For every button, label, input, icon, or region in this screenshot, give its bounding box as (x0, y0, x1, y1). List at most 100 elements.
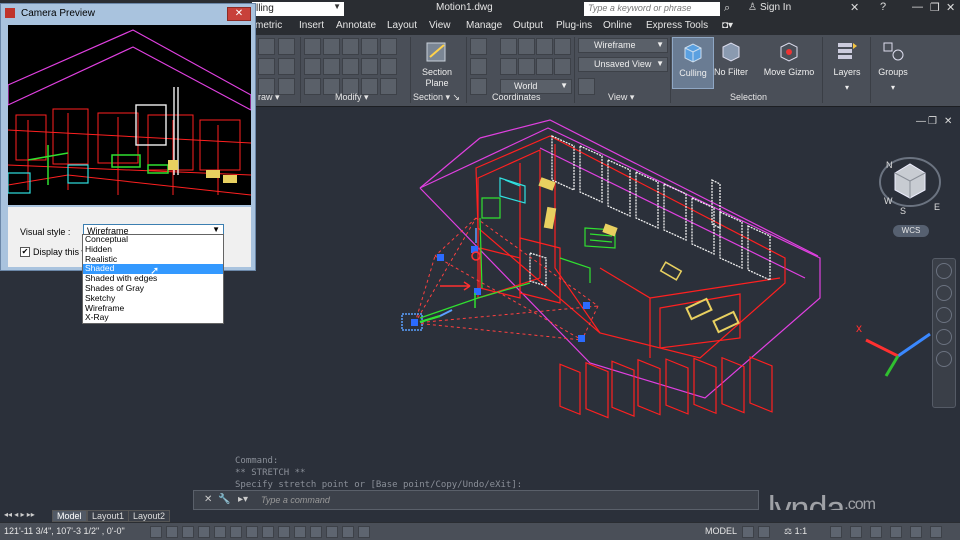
display-checkbox[interactable]: ✔ (20, 247, 30, 257)
transparency-icon[interactable] (326, 526, 338, 538)
tab-layout1[interactable]: Layout1 (87, 510, 130, 522)
option-x-ray[interactable]: X-Ray (83, 313, 223, 323)
close-icon[interactable]: ✕ (946, 1, 955, 14)
ucs-origin-icon[interactable] (470, 58, 487, 75)
ucs-view-icon[interactable] (470, 78, 487, 95)
annotation-scale[interactable]: ⚖ 1:1 (784, 526, 807, 537)
sign-in-link[interactable]: Sign In (760, 2, 791, 13)
ducs-icon[interactable] (278, 526, 290, 538)
array-icon[interactable] (323, 58, 340, 75)
panel-draw-title[interactable]: raw ▾ (258, 92, 280, 104)
ucs-zaxis-icon[interactable] (536, 58, 553, 75)
viewport-minimize-icon[interactable]: — (916, 116, 926, 127)
ucs-icon[interactable] (470, 38, 487, 55)
grid-icon[interactable] (182, 526, 194, 538)
polar-icon[interactable] (214, 526, 226, 538)
viewport-config-icon[interactable] (578, 78, 595, 95)
ucs-y-icon[interactable] (518, 38, 535, 55)
command-line[interactable]: ✕ 🔧 ▸▾ Type a command (193, 490, 759, 510)
otrack-icon[interactable] (262, 526, 274, 538)
search-input[interactable]: Type a keyword or phrase (584, 2, 720, 16)
minimize-icon[interactable]: — (912, 1, 923, 13)
panel-coordinates-title[interactable]: Coordinates (492, 92, 541, 104)
selection-cycling-icon[interactable] (358, 526, 370, 538)
orbit-icon[interactable] (936, 329, 952, 345)
ortho-icon[interactable] (198, 526, 210, 538)
scale-icon[interactable] (342, 58, 359, 75)
clean-screen-icon[interactable] (930, 526, 942, 538)
help-icon[interactable]: ? (880, 1, 886, 13)
rectangle-icon[interactable] (258, 58, 275, 75)
close-icon[interactable]: ✕ (227, 7, 251, 21)
layers-button[interactable]: Layers ▾ (826, 37, 868, 92)
panel-modify-title[interactable]: Modify ▾ (335, 92, 369, 104)
panel-view-title[interactable]: View ▾ (608, 92, 634, 104)
command-prompt-icon[interactable]: ▸▾ (238, 494, 248, 505)
move-gizmo-button[interactable]: Move Gizmo (760, 37, 818, 89)
x-icon[interactable]: ✕ (850, 1, 859, 14)
hardware-acceleration-icon[interactable] (890, 526, 902, 538)
pan-icon[interactable] (936, 285, 952, 301)
tab-scroll-icons[interactable]: ◂◂ ◂ ▸ ▸▸ (4, 510, 35, 519)
model-space-label[interactable]: MODEL (705, 526, 737, 536)
panel-selection-title[interactable]: Selection (730, 92, 767, 104)
tab-online[interactable]: Online (603, 20, 632, 31)
lock-icon[interactable] (870, 526, 882, 538)
command-input[interactable]: Type a command (261, 495, 330, 505)
region-icon[interactable] (278, 78, 295, 95)
tab-manage[interactable]: Manage (466, 20, 502, 31)
ucs-named-icon[interactable] (554, 58, 571, 75)
tab-model[interactable]: Model (52, 510, 87, 522)
isolate-objects-icon[interactable] (910, 526, 922, 538)
no-filter-button[interactable]: No Filter (710, 37, 752, 89)
tab-output[interactable]: Output (513, 20, 543, 31)
stretch-icon[interactable] (361, 58, 378, 75)
workspace-switch-icon[interactable] (830, 526, 842, 538)
quick-view-layouts-icon[interactable] (742, 526, 754, 538)
visual-style-dropdown[interactable]: Wireframe ▼ (578, 38, 668, 53)
quick-properties-icon[interactable] (342, 526, 354, 538)
tab-insert[interactable]: Insert (299, 20, 324, 31)
showmotion-icon[interactable] (936, 351, 952, 367)
restore-icon[interactable]: ❐ (930, 1, 940, 14)
ucs-z-icon[interactable] (536, 38, 553, 55)
ucs-face-icon[interactable] (518, 58, 535, 75)
snap-icon[interactable] (166, 526, 178, 538)
dyn-icon[interactable] (294, 526, 306, 538)
arc-icon[interactable] (258, 38, 275, 55)
binoculars-icon[interactable]: ⌕ (724, 2, 730, 15)
mirror-icon[interactable] (380, 38, 397, 55)
hatch-icon[interactable] (278, 58, 295, 75)
tab-view[interactable]: View (429, 20, 451, 31)
move-icon[interactable] (304, 38, 321, 55)
tab-express-tools[interactable]: Express Tools (646, 20, 708, 31)
3dosnap-icon[interactable] (246, 526, 258, 538)
panel-section-title[interactable]: Section ▾ ↘ (413, 92, 460, 104)
workspace-dropdown[interactable]: lling ▼ (252, 2, 344, 16)
wcs-menu[interactable]: WCS (893, 225, 929, 237)
gear-icon[interactable] (850, 526, 862, 538)
zoom-icon[interactable] (936, 307, 952, 323)
tab-annotate[interactable]: Annotate (336, 20, 376, 31)
explode-icon[interactable] (380, 58, 397, 75)
close-command-icon[interactable]: ✕ (204, 494, 212, 505)
ucs-3point-icon[interactable] (554, 38, 571, 55)
rotate-icon[interactable] (323, 38, 340, 55)
tab-layout[interactable]: Layout (387, 20, 417, 31)
ucs-object-icon[interactable] (500, 58, 517, 75)
viewport-restore-icon[interactable]: ❐ (928, 116, 937, 127)
saved-view-dropdown[interactable]: Unsaved View ▼ (578, 57, 668, 72)
ribbon-toggle-icon[interactable]: ◘▾ (722, 20, 733, 31)
chamfer-icon[interactable] (380, 78, 397, 95)
steering-wheel-icon[interactable] (936, 263, 952, 279)
lineweight-icon[interactable] (310, 526, 322, 538)
groups-button[interactable]: Groups ▾ (872, 37, 914, 92)
section-plane-button[interactable]: Section Plane (416, 37, 458, 89)
trim-icon[interactable] (342, 38, 359, 55)
copy-icon[interactable] (361, 38, 378, 55)
viewport-close-icon[interactable]: ✕ (944, 116, 952, 127)
erase-icon[interactable] (304, 78, 321, 95)
culling-button[interactable]: Culling (672, 37, 714, 89)
tab-plugins[interactable]: Plug-ins (556, 20, 592, 31)
quick-view-drawings-icon[interactable] (758, 526, 770, 538)
